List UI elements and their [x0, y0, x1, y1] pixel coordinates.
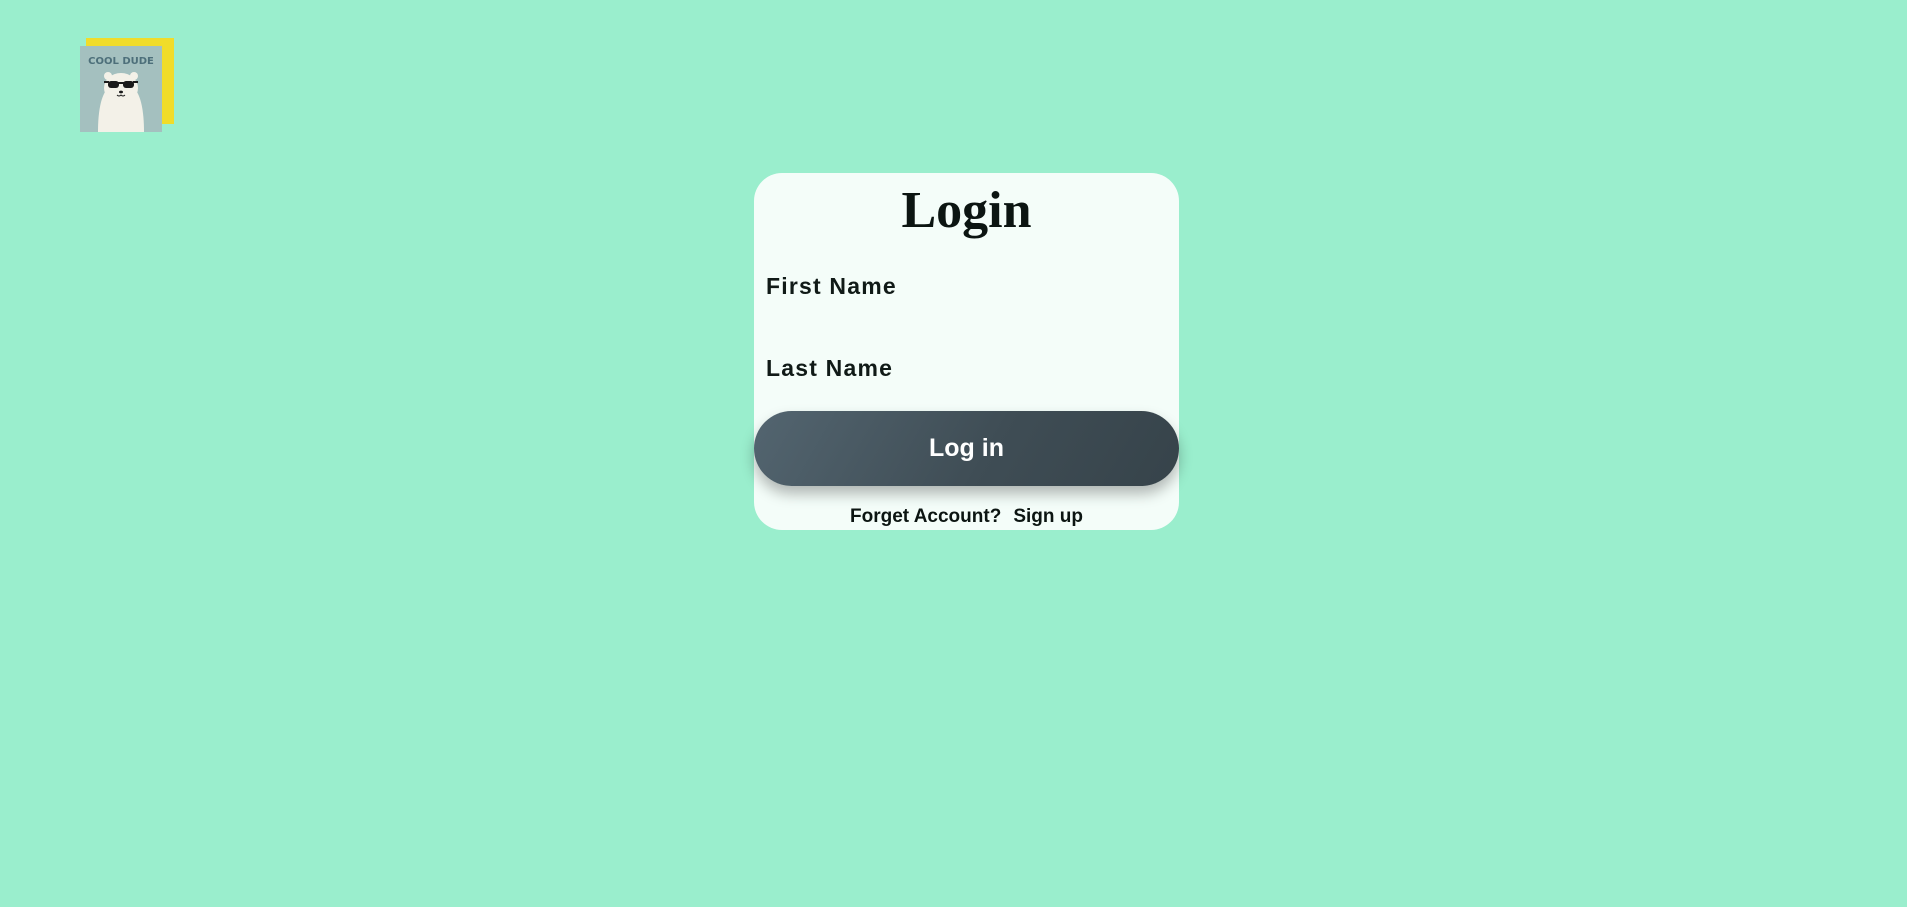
first-name-field-group: First Name — [766, 273, 1166, 330]
logo-card: COOL DUDE — [80, 38, 174, 132]
account-links: Forget Account? Sign up — [754, 506, 1179, 528]
login-card: Login First Name Last Name Log in Forget… — [754, 173, 1179, 530]
last-name-field-group: Last Name — [766, 355, 1166, 412]
forget-account-link[interactable]: Forget Account? — [850, 506, 1001, 527]
login-button[interactable]: Log in — [754, 411, 1179, 486]
polar-bear-sunglasses-icon: COOL DUDE — [80, 38, 174, 132]
signup-link[interactable]: Sign up — [1013, 506, 1083, 527]
first-name-label: First Name — [766, 273, 897, 299]
login-title: Login — [901, 182, 1032, 239]
last-name-input[interactable] — [766, 388, 1156, 412]
logo-text: COOL DUDE — [88, 56, 154, 67]
last-name-label: Last Name — [766, 355, 894, 381]
first-name-input[interactable] — [766, 306, 1156, 330]
